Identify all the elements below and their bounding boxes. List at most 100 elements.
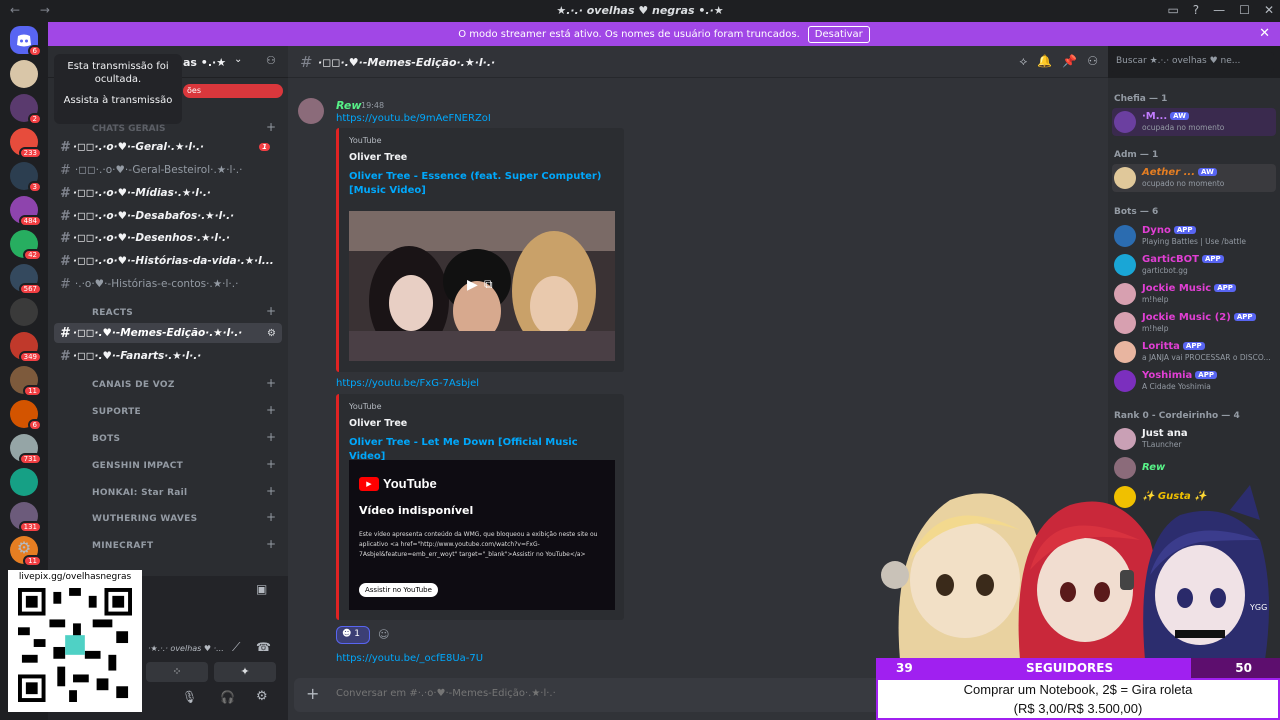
guild-icon[interactable]: 2 [10, 94, 42, 125]
add-channel-icon[interactable]: + [266, 430, 276, 444]
member-row[interactable]: Jockie Music APP m!help [1112, 280, 1276, 308]
member-name: Aether ... AW [1142, 167, 1217, 178]
category-canais-de-voz[interactable]: CANAIS DE VOZ [92, 380, 175, 390]
watch-stream-link[interactable]: Assista à transmissão [54, 95, 182, 106]
embed-provider[interactable]: YouTube [349, 402, 382, 411]
embed-author[interactable]: Oliver Tree [349, 418, 407, 429]
server-name[interactable]: as •.·★ [183, 56, 226, 69]
maximize-icon[interactable]: ☐ [1239, 3, 1250, 17]
guild-icon[interactable] [10, 60, 38, 88]
guild-icon[interactable] [10, 298, 38, 326]
close-icon[interactable]: ✕ [1259, 26, 1270, 41]
title-bar: ← → ★.·.· ovelhas ♥ negras •.·★ ▭ ? — ☐ … [0, 0, 1280, 22]
streamer-mode-banner: O modo streamer está ativo. Os nomes de … [48, 22, 1280, 46]
category-wuthering-waves[interactable]: WUTHERING WAVES [92, 514, 197, 524]
channel-historias-e-contos[interactable]: # ·.·o·♥·-Histórias-e-contos·.★·l·.· [54, 274, 282, 294]
channel-desenhos[interactable]: # ·◻◻·.·o·♥·-Desenhos·.★·l·.· [54, 228, 282, 248]
category-suporte[interactable]: SUPORTE [92, 407, 141, 417]
open-external-icon[interactable]: ⧉ [484, 277, 493, 292]
channel-midias[interactable]: # ·◻◻·.·o·♥·-Mídias·.★·l·.· [54, 183, 282, 203]
inbox-icon[interactable]: ▭ [1167, 3, 1178, 17]
message-link[interactable]: https://youtu.be/_ocfE8Ua-7U [336, 653, 483, 664]
add-channel-icon[interactable]: + [266, 376, 276, 390]
guild-icon[interactable] [10, 468, 38, 496]
home-discord-icon[interactable]: 6 [10, 26, 42, 57]
video-thumbnail[interactable]: ▶ ⧉ [349, 211, 615, 361]
category-bots[interactable]: BOTS [92, 434, 120, 444]
channel-desabafos[interactable]: # ·◻◻·.·o·♥·-Desabafos·.★·l·.· [54, 206, 282, 226]
boost-goal-bar[interactable]: ões [183, 84, 283, 98]
add-channel-icon[interactable]: + [266, 403, 276, 417]
guild-icon[interactable]: 567 [10, 264, 42, 295]
hangup-icon[interactable]: ☎ [256, 640, 271, 654]
category-minecraft[interactable]: MINECRAFT [92, 541, 153, 551]
minimize-icon[interactable]: — [1213, 3, 1225, 17]
category-reacts[interactable]: REACTS [92, 308, 133, 318]
add-channel-icon[interactable]: + [266, 537, 276, 551]
add-channel-icon[interactable]: + [266, 484, 276, 498]
embed-provider[interactable]: YouTube [349, 136, 382, 145]
member-row[interactable]: Rew [1112, 454, 1276, 482]
channel-settings-icon[interactable]: ⚙ [267, 328, 276, 339]
user-settings-icon[interactable]: ⚙ [256, 689, 268, 704]
disable-streamer-button[interactable]: Desativar [807, 25, 870, 43]
channel-geral[interactable]: # ·◻◻·.·o·♥·-Geral·.★·l·.· 1 [54, 137, 282, 157]
add-channel-icon[interactable]: + [266, 510, 276, 524]
add-member-icon[interactable]: ⚇ [266, 54, 276, 67]
watch-on-youtube-button[interactable]: Assistir no YouTube [359, 583, 438, 597]
guild-icon[interactable]: 3 [10, 162, 42, 193]
member-row[interactable]: Aether ... AW ocupado no momento [1112, 164, 1276, 192]
stream-preview-icon[interactable]: ▣ [256, 582, 267, 596]
member-row[interactable]: Dyno APP Playing Battles | Use /battle [1112, 222, 1276, 250]
message-link[interactable]: https://youtu.be/9mAeFNERZoI [336, 113, 491, 124]
message-input[interactable] [336, 688, 936, 699]
disconnect-icon[interactable]: ⟋ [232, 640, 240, 655]
member-row[interactable]: Loritta APP a JANJA vai PROCESSAR o DISCO… [1112, 338, 1276, 366]
help-icon[interactable]: ? [1193, 3, 1199, 17]
search-input[interactable]: Buscar ★.·.· ovelhas ♥ ne... [1110, 52, 1274, 72]
channel-memes-edicao[interactable]: # ·◻◻·.♥·-Memes-Edição·.★·l·.· ⚙ [54, 323, 282, 343]
add-channel-icon[interactable]: + [266, 120, 276, 134]
settings-gear-icon[interactable]: ⚙ [12, 538, 36, 562]
guild-icon[interactable]: 11 [10, 366, 42, 397]
member-row[interactable]: Just ana TLauncher [1112, 425, 1276, 453]
threads-icon[interactable]: ⟡ [1019, 54, 1027, 69]
chevron-down-icon[interactable]: ⌄ [234, 54, 242, 65]
reaction-chip[interactable]: ☻ 1 [336, 626, 370, 644]
member-name: Yoshimia APP [1142, 370, 1217, 381]
pin-icon[interactable]: 📌 [1062, 54, 1077, 69]
guild-icon[interactable]: 131 [10, 502, 42, 533]
play-icon[interactable]: ▶ [467, 277, 478, 293]
attach-plus-icon[interactable]: + [306, 684, 319, 703]
member-row[interactable]: GarticBOT APP garticbot.gg [1112, 251, 1276, 279]
member-list-icon[interactable]: ⚇ [1087, 54, 1098, 69]
add-reaction-icon[interactable]: ☺ [378, 628, 389, 641]
soundboard-button[interactable]: ✦ [214, 662, 276, 682]
microphone-icon[interactable]: 🎙 [182, 690, 197, 704]
member-row[interactable]: Yoshimia APP A Cidade Yoshimia [1112, 367, 1276, 395]
embed-author[interactable]: Oliver Tree [349, 152, 407, 163]
guild-icon[interactable]: 349 [10, 332, 42, 363]
embed-title[interactable]: Oliver Tree - Essence (feat. Super Compu… [349, 170, 609, 198]
channel-historias-da-vida[interactable]: # ·◻◻·.·o·♥·-Histórias-da-vida·.★·l... [54, 251, 282, 271]
guild-icon[interactable]: 42 [10, 230, 42, 261]
message-author[interactable]: Rew [336, 99, 362, 112]
guild-icon[interactable]: 233 [10, 128, 42, 159]
guild-icon[interactable]: 731 [10, 434, 42, 465]
category-genshin[interactable]: GENSHIN IMPACT [92, 461, 183, 471]
member-row[interactable]: ·M... AW ocupada no momento [1112, 108, 1276, 136]
activities-button[interactable]: ⁘ [146, 662, 208, 682]
category-honkai[interactable]: HONKAI: Star Rail [92, 488, 187, 498]
close-window-icon[interactable]: ✕ [1264, 3, 1274, 17]
message-link[interactable]: https://youtu.be/FxG-7Asbjel [336, 378, 479, 389]
add-channel-icon[interactable]: + [266, 457, 276, 471]
add-channel-icon[interactable]: + [266, 304, 276, 318]
guild-icon[interactable]: 484 [10, 196, 42, 227]
channel-fanarts[interactable]: # ·◻◻·.♥·-Fanarts·.★·l·.· [54, 346, 282, 366]
avatar[interactable] [298, 98, 324, 124]
notification-bell-icon[interactable]: 🔔 [1037, 54, 1052, 69]
guild-icon[interactable]: 6 [10, 400, 42, 431]
channel-geral-besteirol[interactable]: # ·◻◻·.·o·♥·-Geral-Besteirol·.★·l·.· [54, 160, 282, 180]
headphones-icon[interactable]: 🎧 [220, 690, 235, 704]
member-row[interactable]: Jockie Music (2) APP m!help [1112, 309, 1276, 337]
